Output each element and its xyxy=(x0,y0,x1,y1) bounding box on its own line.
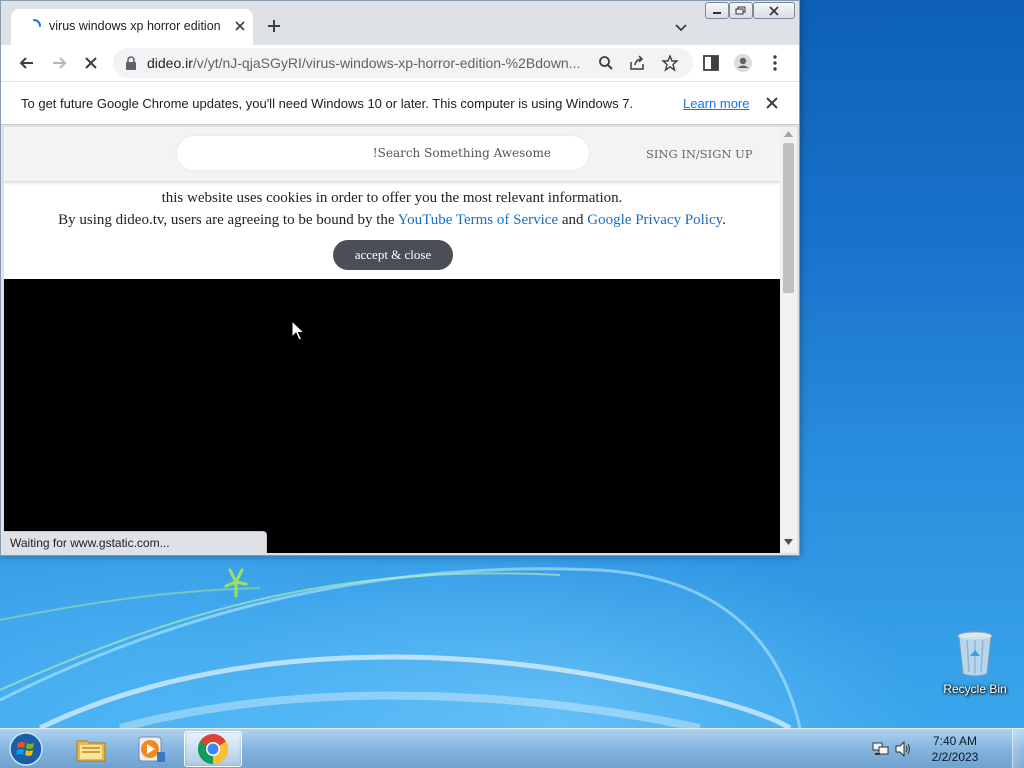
chrome-icon xyxy=(197,734,229,764)
google-privacy-link[interactable]: Google Privacy Policy xyxy=(587,212,722,228)
clock-time: 7:40 AM xyxy=(932,734,978,748)
media-player-icon xyxy=(138,736,165,762)
clock-date: 2/2/2023 xyxy=(931,750,979,764)
address-bar[interactable]: dideo.ir/v/yt/nJ-qjaSGyRI/virus-windows-… xyxy=(113,48,693,78)
site-search-input[interactable]: !Search Something Awesome xyxy=(177,136,589,170)
lock-icon[interactable] xyxy=(125,56,137,70)
new-tab-icon[interactable] xyxy=(263,15,285,37)
stop-loading-icon[interactable] xyxy=(81,53,101,73)
windows-start-icon xyxy=(9,732,43,766)
video-player[interactable] xyxy=(4,279,780,553)
back-arrow-icon[interactable] xyxy=(17,53,37,73)
mouse-cursor-icon xyxy=(291,320,305,341)
tab-title: virus windows xp horror edition xyxy=(49,19,221,33)
infobar-message: To get future Google Chrome updates, you… xyxy=(21,96,634,111)
infobar-close-icon[interactable] xyxy=(765,96,779,110)
close-window-button[interactable] xyxy=(753,2,795,19)
browser-toolbar: dideo.ir/v/yt/nJ-qjaSGyRI/virus-windows-… xyxy=(1,45,799,81)
site-search-placeholder: !Search Something Awesome xyxy=(372,146,551,160)
loading-spinner-icon xyxy=(33,19,41,27)
chrome-window: virus windows xp horror edition dideo.ir… xyxy=(0,0,800,556)
scroll-up-arrow-icon[interactable] xyxy=(784,131,793,137)
recycle-bin-label: Recycle Bin xyxy=(943,682,1007,696)
youtube-terms-link[interactable]: YouTube Terms of Service xyxy=(398,212,558,228)
wallpaper-leaf-icon xyxy=(224,568,248,598)
search-icon[interactable] xyxy=(597,54,615,72)
taskbar-item-chrome[interactable] xyxy=(184,731,242,767)
site-header: !Search Something Awesome SING IN/SIGN U… xyxy=(4,127,780,181)
cookie-period: . xyxy=(722,212,726,228)
update-infobar: To get future Google Chrome updates, you… xyxy=(1,81,799,125)
sign-in-link[interactable]: SING IN/SIGN UP xyxy=(646,147,753,161)
minimize-button[interactable] xyxy=(705,2,729,19)
page-viewport: !Search Something Awesome SING IN/SIGN U… xyxy=(4,127,797,553)
volume-icon[interactable] xyxy=(894,741,912,757)
scroll-down-arrow-icon[interactable] xyxy=(784,539,793,545)
url-host: dideo.ir xyxy=(147,55,193,71)
clock[interactable]: 7:40 AM 2/2/2023 xyxy=(920,733,990,765)
url-text[interactable]: dideo.ir/v/yt/nJ-qjaSGyRI/virus-windows-… xyxy=(147,55,589,71)
tab-strip: virus windows xp horror edition xyxy=(1,1,799,45)
recycle-bin-shortcut[interactable]: Recycle Bin xyxy=(936,630,1014,706)
start-button[interactable] xyxy=(4,730,48,768)
accept-close-button[interactable]: accept & close xyxy=(333,240,453,270)
kebab-menu-icon[interactable] xyxy=(765,53,785,73)
restore-button[interactable] xyxy=(729,2,753,19)
profile-avatar-icon[interactable] xyxy=(733,53,753,73)
cookie-notice: this website uses cookies in order to of… xyxy=(4,187,780,231)
network-icon[interactable] xyxy=(872,741,890,757)
forward-arrow-icon[interactable] xyxy=(49,53,69,73)
share-icon[interactable] xyxy=(628,54,646,72)
cookie-line-1: this website uses cookies in order to of… xyxy=(161,190,623,206)
close-icon xyxy=(769,5,779,16)
recycle-bin-icon xyxy=(957,631,993,677)
cookie-line-2-prefix: By using dideo.tv, users are agreeing to… xyxy=(58,212,395,228)
status-bubble: Waiting for www.gstatic.com... xyxy=(4,531,267,553)
folder-icon xyxy=(76,740,106,762)
system-tray: 7:40 AM 2/2/2023 xyxy=(870,729,1010,768)
bookmark-star-icon[interactable] xyxy=(661,54,679,72)
side-panel-icon[interactable] xyxy=(701,53,721,73)
tab-search-chevron-icon[interactable] xyxy=(671,17,691,37)
show-desktop-button[interactable] xyxy=(1012,729,1024,768)
taskbar-item-explorer[interactable] xyxy=(62,731,120,767)
cookie-and-text: and xyxy=(561,212,584,228)
learn-more-link[interactable]: Learn more xyxy=(683,96,749,111)
scrollbar-thumb[interactable] xyxy=(783,143,794,293)
url-path: /v/yt/nJ-qjaSGyRI/virus-windows-xp-horro… xyxy=(192,55,581,71)
taskbar-item-media-player[interactable] xyxy=(122,731,180,767)
tab-active[interactable]: virus windows xp horror edition xyxy=(11,9,253,45)
cookie-line-2: By using dideo.tv, users are agreeing to… xyxy=(4,209,780,231)
tab-close-icon[interactable] xyxy=(233,19,247,33)
taskbar: 7:40 AM 2/2/2023 xyxy=(0,728,1024,768)
minimize-icon xyxy=(713,11,721,14)
restore-icon xyxy=(735,6,746,14)
page-scrollbar[interactable] xyxy=(780,127,797,553)
